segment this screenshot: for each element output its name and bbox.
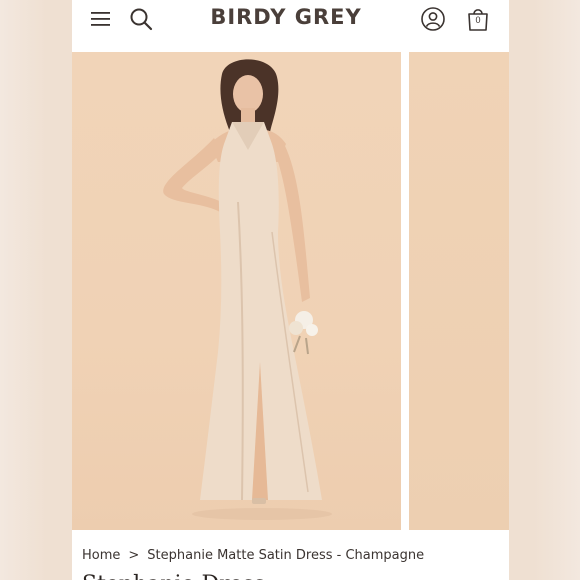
- breadcrumb: Home > Stephanie Matte Satin Dress - Champ…: [82, 548, 424, 566]
- account-icon[interactable]: [420, 6, 446, 32]
- breadcrumb-current: Stephanie Matte Satin Dress - Champagne: [147, 548, 425, 563]
- menu-icon[interactable]: [88, 6, 114, 32]
- breadcrumb-home-link[interactable]: Home: [82, 548, 120, 563]
- brand-logo[interactable]: BIRDY GREY: [192, 5, 380, 31]
- search-icon[interactable]: [128, 6, 154, 32]
- product-title: Stephanie Dress: [82, 572, 382, 580]
- model-photo: [163, 59, 332, 520]
- cart-count: 0: [475, 15, 481, 25]
- cart-button[interactable]: 0: [465, 6, 491, 32]
- product-page: BIRDY GREY 0 Home > Stephanie Matte Sati…: [72, 0, 509, 580]
- product-image-next[interactable]: [409, 52, 509, 530]
- breadcrumb-separator: >: [128, 548, 140, 563]
- product-gallery[interactable]: [72, 52, 509, 530]
- product-image-main[interactable]: [72, 52, 401, 530]
- site-header: BIRDY GREY 0: [72, 0, 509, 44]
